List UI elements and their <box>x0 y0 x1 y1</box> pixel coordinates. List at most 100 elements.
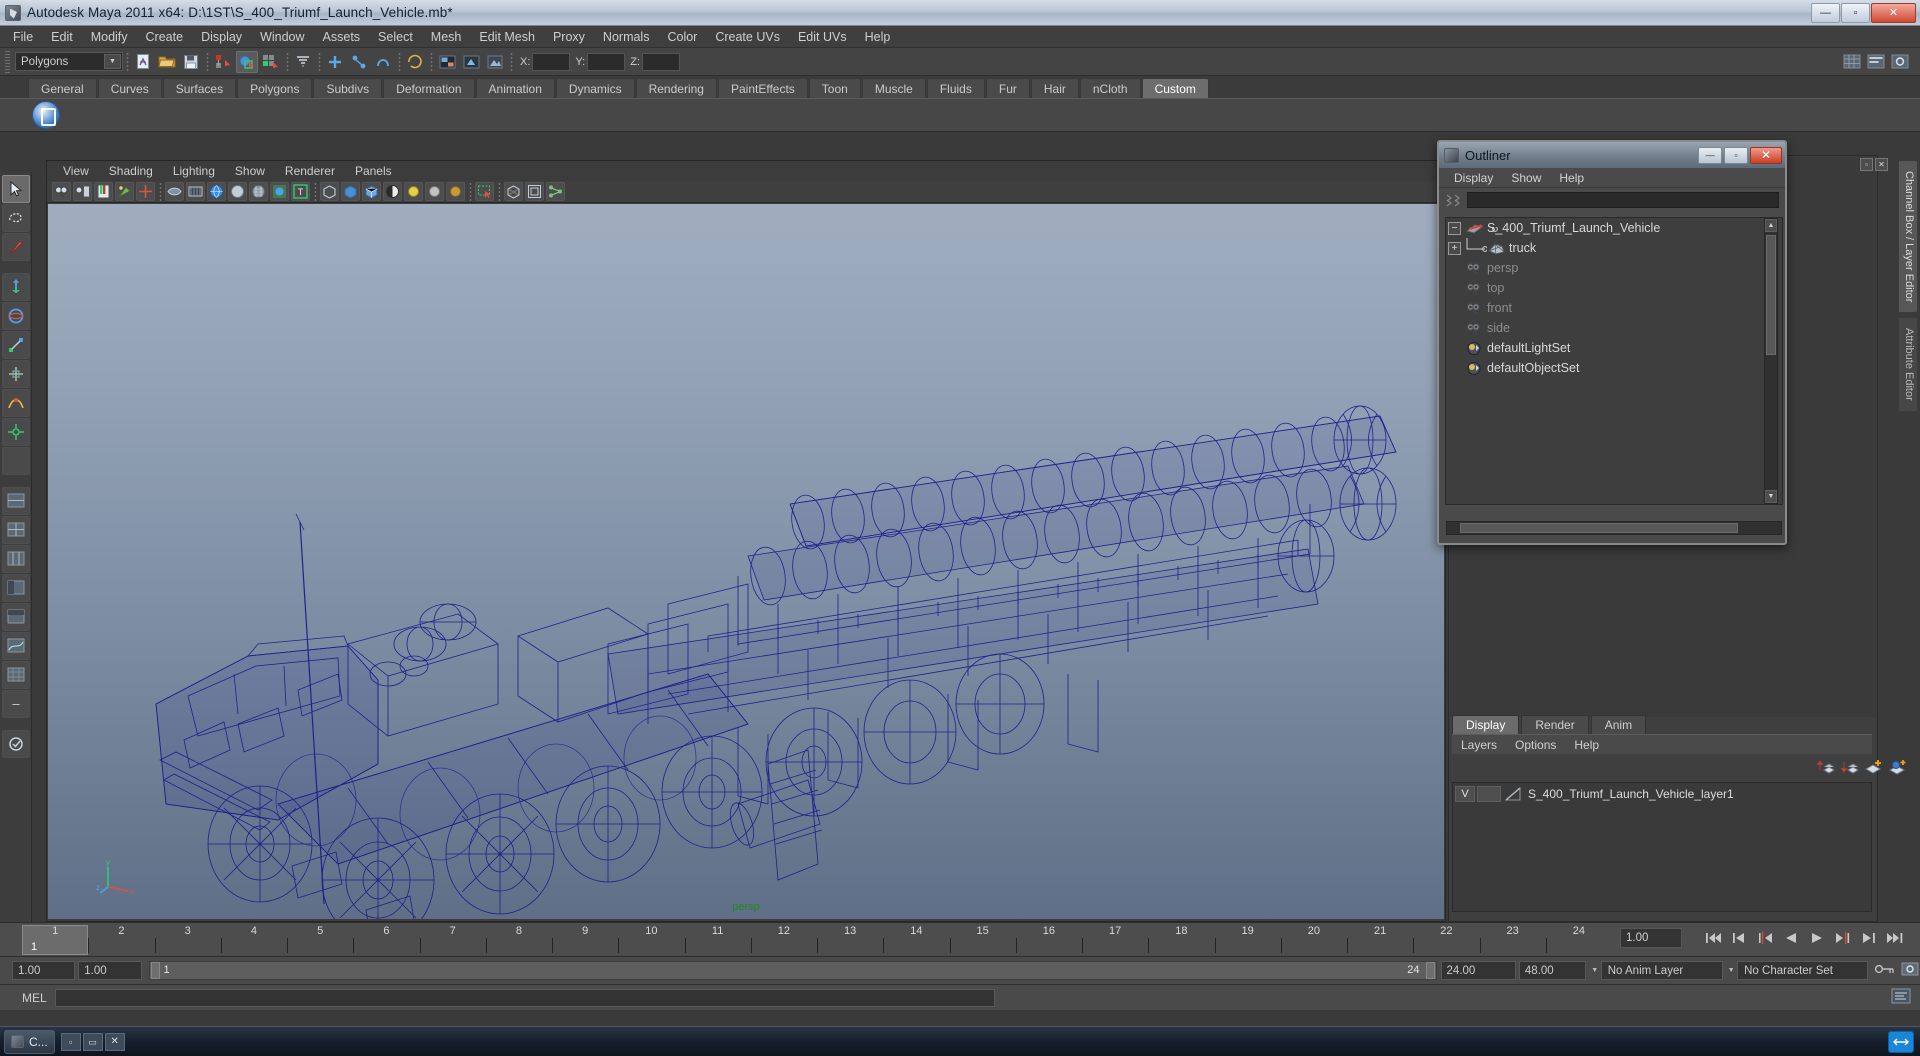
scrollbar-thumb[interactable] <box>1766 235 1776 355</box>
layout-single-pane[interactable] <box>2 487 30 515</box>
outliner-item[interactable]: top <box>1446 278 1782 298</box>
menu-item-edit-mesh[interactable]: Edit Mesh <box>470 28 544 46</box>
select-by-hierarchy-button[interactable] <box>212 51 234 73</box>
snap-to-view-plane-button[interactable] <box>372 51 394 73</box>
expand-icon[interactable]: + <box>1448 241 1461 255</box>
exposure-control-icon[interactable] <box>546 182 565 201</box>
select-camera-icon[interactable] <box>52 182 71 201</box>
x-coord-field[interactable] <box>532 52 571 71</box>
outliner-item[interactable]: defaultLightSet <box>1446 338 1782 358</box>
film-gate-icon[interactable] <box>186 182 205 201</box>
shelf-tab-polygons[interactable]: Polygons <box>237 78 313 98</box>
shelf-tab-custom[interactable]: Custom <box>1141 78 1209 98</box>
select-by-component-type-button[interactable] <box>260 51 282 73</box>
show-manipulator-tool[interactable] <box>2 418 30 446</box>
display-layer-row[interactable]: V S_400_Triumf_Launch_Vehicle_layer1 <box>1455 785 1871 803</box>
outliner-item[interactable]: + truck <box>1446 238 1782 258</box>
xray-active-components-icon[interactable] <box>525 182 544 201</box>
shelf-tab-subdivs[interactable]: Subdivs <box>313 78 383 98</box>
menuset-select[interactable]: Polygons ▼ <box>15 52 123 71</box>
menu-item-edit[interactable]: Edit <box>42 28 82 46</box>
anim-end-field[interactable]: 48.00 <box>1518 961 1586 980</box>
menu-item-window[interactable]: Window <box>251 28 313 46</box>
shelf-tab-rendering[interactable]: Rendering <box>635 78 717 98</box>
shelf-tab-animation[interactable]: Animation <box>475 78 555 98</box>
scroll-down-icon[interactable]: ▼ <box>1765 490 1777 503</box>
outliner-item[interactable]: defaultObjectSet <box>1446 358 1782 378</box>
layer-visibility-toggle[interactable]: V <box>1455 786 1475 802</box>
script-editor-icon[interactable] <box>1890 987 1912 1008</box>
hw-texturing-icon[interactable] <box>362 182 381 201</box>
isolate-select-icon[interactable] <box>475 182 494 201</box>
last-tool-used[interactable] <box>2 447 30 475</box>
step-forward-frame-button[interactable] <box>1830 927 1856 949</box>
play-backwards-button[interactable] <box>1778 927 1804 949</box>
y-coord-field[interactable] <box>587 52 626 71</box>
rotate-tool[interactable] <box>2 302 30 330</box>
menu-item-edit-uvs[interactable]: Edit UVs <box>789 28 856 46</box>
layer-editor-tab-render[interactable]: Render <box>1521 715 1589 734</box>
outliner-search-input[interactable] <box>1467 192 1779 208</box>
render-settings-button[interactable] <box>484 51 506 73</box>
layer-editor-tab-anim[interactable]: Anim <box>1590 715 1647 734</box>
outliner-close-button[interactable]: ✕ <box>1750 146 1782 164</box>
anim-start-field[interactable]: 1.00 <box>12 961 76 980</box>
step-back-key-button[interactable] <box>1726 927 1752 949</box>
tray-network-icon[interactable] <box>1888 1030 1914 1053</box>
light-grey-icon[interactable] <box>425 182 444 201</box>
scroll-up-icon[interactable]: ▲ <box>1765 219 1777 232</box>
show-tool-settings-button[interactable] <box>1889 51 1911 73</box>
scale-tool[interactable] <box>2 331 30 359</box>
twopoint-perspective-icon[interactable] <box>136 182 155 201</box>
smooth-shade-icon[interactable] <box>228 182 247 201</box>
layer-editor-tab-display[interactable]: Display <box>1452 715 1520 734</box>
close-button[interactable]: ✕ <box>1871 2 1916 23</box>
viewport-menu-shading[interactable]: Shading <box>99 163 163 179</box>
camera-attributes-icon[interactable] <box>73 182 92 201</box>
new-layer-icon[interactable] <box>1864 758 1884 775</box>
taskbar-maximize-button[interactable]: ▭ <box>82 1032 103 1051</box>
menu-item-mesh[interactable]: Mesh <box>422 28 471 46</box>
textured-icon[interactable] <box>249 182 268 201</box>
menu-item-modify[interactable]: Modify <box>82 28 137 46</box>
menu-item-select[interactable]: Select <box>369 28 422 46</box>
shelf-tab-curves[interactable]: Curves <box>97 78 162 98</box>
scrollbar-thumb[interactable] <box>1460 523 1738 533</box>
menu-item-help[interactable]: Help <box>856 28 900 46</box>
minimize-button[interactable]: — <box>1811 2 1840 23</box>
menu-item-color[interactable]: Color <box>658 28 706 46</box>
tab-channel-box-layer-editor[interactable]: Channel Box / Layer Editor <box>1898 160 1918 314</box>
taskbar-item-maya[interactable]: C... <box>4 1029 55 1054</box>
light-yellow-icon[interactable] <box>404 182 423 201</box>
shelf-tab-painteffects[interactable]: PaintEffects <box>717 78 808 98</box>
layout-hypershade-persp[interactable] <box>2 603 30 631</box>
layer-playback-toggle[interactable] <box>1477 786 1501 802</box>
character-set-select[interactable]: No Character Set <box>1737 961 1869 980</box>
soft-modification-tool[interactable] <box>2 389 30 417</box>
outliner-item[interactable]: persp <box>1446 258 1782 278</box>
layer-menu-layers[interactable]: Layers <box>1452 738 1506 752</box>
menu-item-display[interactable]: Display <box>192 28 251 46</box>
xray-joints-icon[interactable] <box>383 182 402 201</box>
range-slider-bar[interactable]: 1 24 <box>148 961 1437 980</box>
layout-four-pane[interactable] <box>2 516 30 544</box>
move-layer-down-icon[interactable] <box>1840 758 1860 775</box>
command-line-input[interactable] <box>54 988 995 1007</box>
chevron-down-icon[interactable]: ▼ <box>104 54 121 69</box>
shaded-wireframe-icon[interactable] <box>320 182 339 201</box>
wireframe-shading-icon[interactable] <box>207 182 226 201</box>
go-to-start-button[interactable] <box>1700 927 1726 949</box>
layer-menu-options[interactable]: Options <box>1506 738 1565 752</box>
viewport-menu-show[interactable]: Show <box>225 163 275 179</box>
layout-two-pane-h[interactable] <box>2 545 30 573</box>
anim-layer-select[interactable]: No Anim Layer <box>1600 961 1723 980</box>
playback-speed-field[interactable]: 1.00 <box>1620 928 1682 948</box>
menu-item-normals[interactable]: Normals <box>594 28 659 46</box>
menu-item-create-uvs[interactable]: Create UVs <box>706 28 789 46</box>
taskbar-close-button[interactable]: ✕ <box>104 1032 125 1051</box>
light-amber-icon[interactable] <box>446 182 465 201</box>
move-tool[interactable] <box>2 273 30 301</box>
select-by-object-type-button[interactable] <box>236 50 258 73</box>
menu-item-file[interactable]: File <box>4 28 42 46</box>
outliner-menu-display[interactable]: Display <box>1445 170 1502 186</box>
